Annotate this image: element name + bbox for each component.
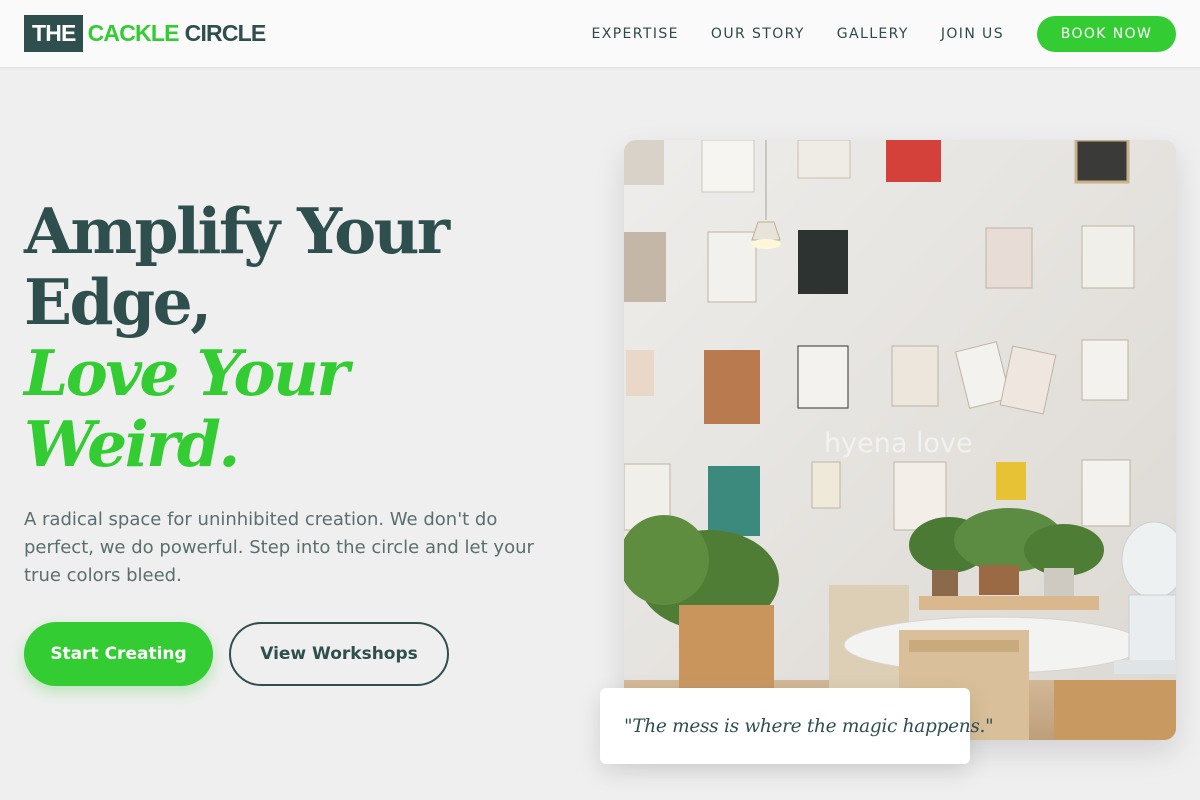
start-creating-button[interactable]: Start Creating [24, 622, 213, 686]
headline-line-1: Amplify Your [24, 194, 450, 268]
logo-green-text: CACKLE [87, 20, 180, 46]
hero-photo: hyena love [624, 140, 1176, 740]
main-nav: EXPERTISE OUR STORY GALLERY JOIN US BOOK… [591, 16, 1176, 52]
nav-link-gallery[interactable]: GALLERY [837, 26, 909, 42]
hero-subcopy: A radical space for uninhibited creation… [24, 509, 534, 586]
logo-dark-text: CIRCLE [184, 20, 267, 46]
headline-accent-line-1: Love Your [24, 336, 349, 410]
photo-watermark: hyena love [824, 428, 973, 459]
nav-link-our-story[interactable]: OUR STORY [711, 26, 805, 42]
brand-logo[interactable]: THE CACKLE CIRCLE [24, 15, 267, 52]
nav-link-expertise[interactable]: EXPERTISE [591, 26, 678, 42]
headline-line-2: Edge, [24, 265, 212, 339]
hero-headline: Amplify Your Edge, Love Your Weird. [24, 196, 584, 480]
quote-card: "The mess is where the magic happens." [600, 688, 994, 764]
site-header: THE CACKLE CIRCLE EXPERTISE OUR STORY GA… [0, 0, 1200, 68]
headline-accent-line-2: Weird. [24, 407, 240, 481]
view-workshops-button[interactable]: View Workshops [229, 622, 449, 686]
logo-box-text: THE [24, 15, 83, 52]
quote-text: "The mess is where the magic happens." [624, 715, 994, 737]
nav-link-join-us[interactable]: JOIN US [941, 26, 1004, 42]
studio-wall-illustration: hyena love [624, 140, 1176, 740]
book-now-button[interactable]: BOOK NOW [1037, 16, 1176, 52]
